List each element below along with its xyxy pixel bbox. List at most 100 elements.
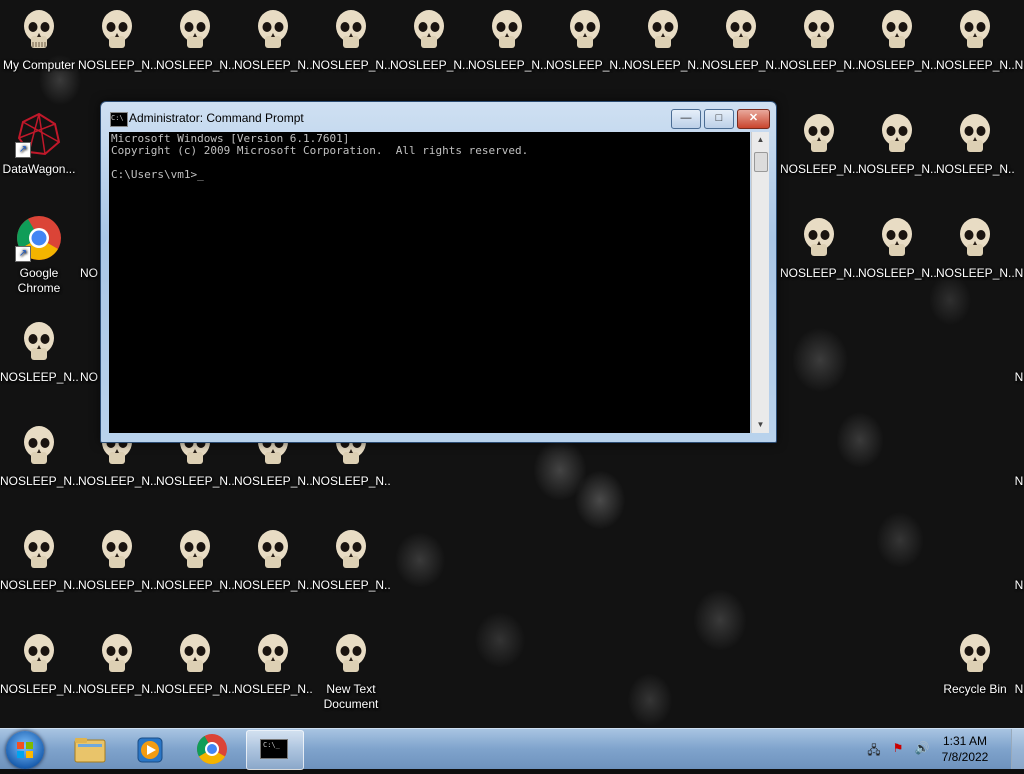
skull-icon (1014, 422, 1024, 470)
desktop-icon-my-computer[interactable]: My Computer (0, 0, 78, 73)
desktop-icon-nosleep[interactable]: NOSLEEP_N... (936, 208, 1014, 281)
system-clock[interactable]: 1:31 AM 7/8/2022 (930, 733, 1000, 765)
desktop-icon-nosleep[interactable]: NOSLEEP_N... (78, 520, 156, 593)
skull-icon (873, 110, 921, 158)
desktop-icon-nosleep[interactable]: NOSLEEP_N... (312, 520, 390, 593)
action-center-icon[interactable]: ⚑ (890, 741, 906, 757)
desktop-icon-nosleep[interactable]: NOSLEEP_N... (156, 624, 234, 697)
cmd-title-icon: C:\ (110, 112, 128, 127)
desktop-icon-nosleep[interactable]: NOSLEEP_N... (780, 208, 858, 281)
icon-label: DataWagon... (2, 162, 76, 176)
scroll-thumb[interactable] (754, 152, 768, 172)
start-button[interactable] (6, 731, 44, 769)
desktop-icon-nosleep[interactable]: NOSLEEP_N... (468, 0, 546, 73)
taskbar-cmd-button[interactable]: C:\_ (246, 730, 304, 770)
desktop-icon-nosleep[interactable]: NOSLEEP_N... (390, 0, 468, 73)
cmd-icon: C:\_ (260, 739, 288, 759)
icon-label: NOSLEEP_N... (78, 58, 156, 72)
icon-label: NOSLEEP_N... (0, 682, 78, 696)
icon-label: NOSLEEP_N... (234, 474, 312, 488)
skull-icon (561, 6, 609, 54)
icon-label: Google Chrome (17, 266, 61, 295)
desktop-icon-nosleep[interactable]: NOSLEEP_N... (702, 0, 780, 73)
skull-icon (951, 110, 999, 158)
taskbar-explorer-button[interactable] (62, 730, 118, 768)
icon-label: NOSLEEP_N... (234, 58, 312, 72)
desktop-icon-nosleep[interactable]: NOSLEEP_N... (936, 0, 1014, 73)
desktop-icon-nosleep-edge[interactable]: N (1014, 520, 1024, 593)
skull-icon (1014, 6, 1024, 54)
desktop-icon-nosleep[interactable]: NOSLEEP_N... (858, 104, 936, 177)
desktop-icon-nosleep[interactable]: NOSLEEP_N... (234, 520, 312, 593)
taskbar-chrome-button[interactable] (184, 730, 240, 768)
desktop-icon-google-chrome[interactable]: ↗ Google Chrome (0, 208, 78, 296)
desktop-icon-nosleep[interactable]: NOSLEEP_N... (780, 104, 858, 177)
desktop-icon-nosleep[interactable]: NOSLEEP_N... (858, 0, 936, 73)
volume-icon[interactable]: 🔊 (914, 741, 930, 757)
vertical-scrollbar[interactable]: ▲ ▼ (751, 132, 769, 433)
desktop-icon-nosleep[interactable]: NOSLEEP_N... (0, 312, 78, 385)
desktop-icon-nosleep-edge[interactable]: N (1014, 416, 1024, 489)
skull-icon (1014, 526, 1024, 574)
desktop-icon-new-text-document[interactable]: New Text Document (312, 624, 390, 712)
desktop-icon-recycle-bin[interactable]: Recycle Bin (936, 624, 1014, 697)
show-desktop-button[interactable] (1011, 729, 1024, 769)
skull-icon (249, 6, 297, 54)
icon-label: NO (80, 370, 98, 384)
desktop-icon-nosleep[interactable]: NOSLEEP_N... (624, 0, 702, 73)
desktop-icon-nosleep[interactable]: NOSLEEP_N... (0, 624, 78, 697)
shortcut-arrow-icon: ↗ (15, 142, 31, 158)
shortcut-arrow-icon: ↗ (15, 246, 31, 262)
desktop-icon-nosleep[interactable]: NOSLEEP_N... (0, 416, 78, 489)
console-prompt: C:\Users\vm1>_ (111, 168, 204, 181)
desktop-icon-nosleep[interactable]: NOSLEEP_N... (780, 0, 858, 73)
desktop-icon-nosleep[interactable]: NOSLEEP_N... (0, 520, 78, 593)
skull-icon (1014, 318, 1024, 366)
icon-label: NOSLEEP_N... (312, 578, 390, 592)
clock-time: 1:31 AM (942, 734, 988, 748)
scroll-down-icon[interactable]: ▼ (752, 417, 769, 433)
desktop-icon-nosleep-edge[interactable]: N (1014, 312, 1024, 385)
desktop-icon-nosleep-partial[interactable]: NO (78, 208, 100, 281)
desktop-icon-nosleep[interactable]: NOSLEEP_N... (78, 624, 156, 697)
skull-icon (15, 6, 63, 54)
icon-label: NOSLEEP_N... (156, 474, 234, 488)
desktop-icon-nosleep[interactable]: NOSLEEP_N... (936, 104, 1014, 177)
icon-label: NOSLEEP_N... (702, 58, 780, 72)
skull-icon (795, 110, 843, 158)
desktop-icon-nosleep[interactable]: NOSLEEP_N... (156, 520, 234, 593)
desktop-icon-nosleep-edge[interactable]: N (1014, 208, 1024, 281)
desktop-icon-nosleep[interactable]: NOSLEEP_N... (312, 0, 390, 73)
close-button[interactable]: ✕ (737, 109, 770, 129)
window-title: Administrator: Command Prompt (129, 111, 304, 125)
desktop-icon-nosleep[interactable]: NOSLEEP_N... (78, 0, 156, 73)
icon-label: N (1014, 474, 1024, 488)
desktop-icon-nosleep[interactable]: NOSLEEP_N... (858, 208, 936, 281)
desktop-icon-nosleep[interactable]: NOSLEEP_N... (546, 0, 624, 73)
minimize-button[interactable]: — (671, 109, 701, 129)
icon-label: My Computer (2, 58, 76, 72)
media-player-icon (137, 737, 163, 763)
desktop-icon-nosleep-partial[interactable]: NO (78, 312, 100, 385)
network-icon[interactable]: 🖧 (866, 741, 882, 757)
icon-label: NOSLEEP_N... (0, 474, 78, 488)
skull-icon (951, 630, 999, 678)
console-output[interactable]: Microsoft Windows [Version 6.1.7601] Copy… (109, 132, 750, 433)
desktop-icon-nosleep[interactable]: NOSLEEP_N... (234, 624, 312, 697)
desktop-icon-nosleep[interactable]: NOSLEEP_N... (234, 0, 312, 73)
maximize-button[interactable]: □ (704, 109, 734, 129)
icon-label: N (1014, 578, 1024, 592)
scroll-up-icon[interactable]: ▲ (752, 132, 769, 148)
desktop-icon-nosleep-edge[interactable]: N (1014, 624, 1024, 697)
taskbar-media-player-button[interactable] (122, 730, 178, 768)
desktop-icon-datawagon[interactable]: ↗ DataWagon... (0, 104, 78, 177)
skull-icon (249, 526, 297, 574)
icon-label: NOSLEEP_N... (78, 474, 156, 488)
chrome-icon: ↗ (15, 214, 63, 262)
desktop[interactable]: My Computer NOSLEEP_N... NOSLEEP_N... NO… (0, 0, 1024, 728)
command-prompt-window[interactable]: C:\ Administrator: Command Prompt — □ ✕ … (100, 101, 777, 443)
desktop-icon-nosleep-edge[interactable]: N (1014, 0, 1024, 73)
clock-date: 7/8/2022 (941, 750, 989, 764)
desktop-icon-nosleep[interactable]: NOSLEEP_N... (156, 0, 234, 73)
